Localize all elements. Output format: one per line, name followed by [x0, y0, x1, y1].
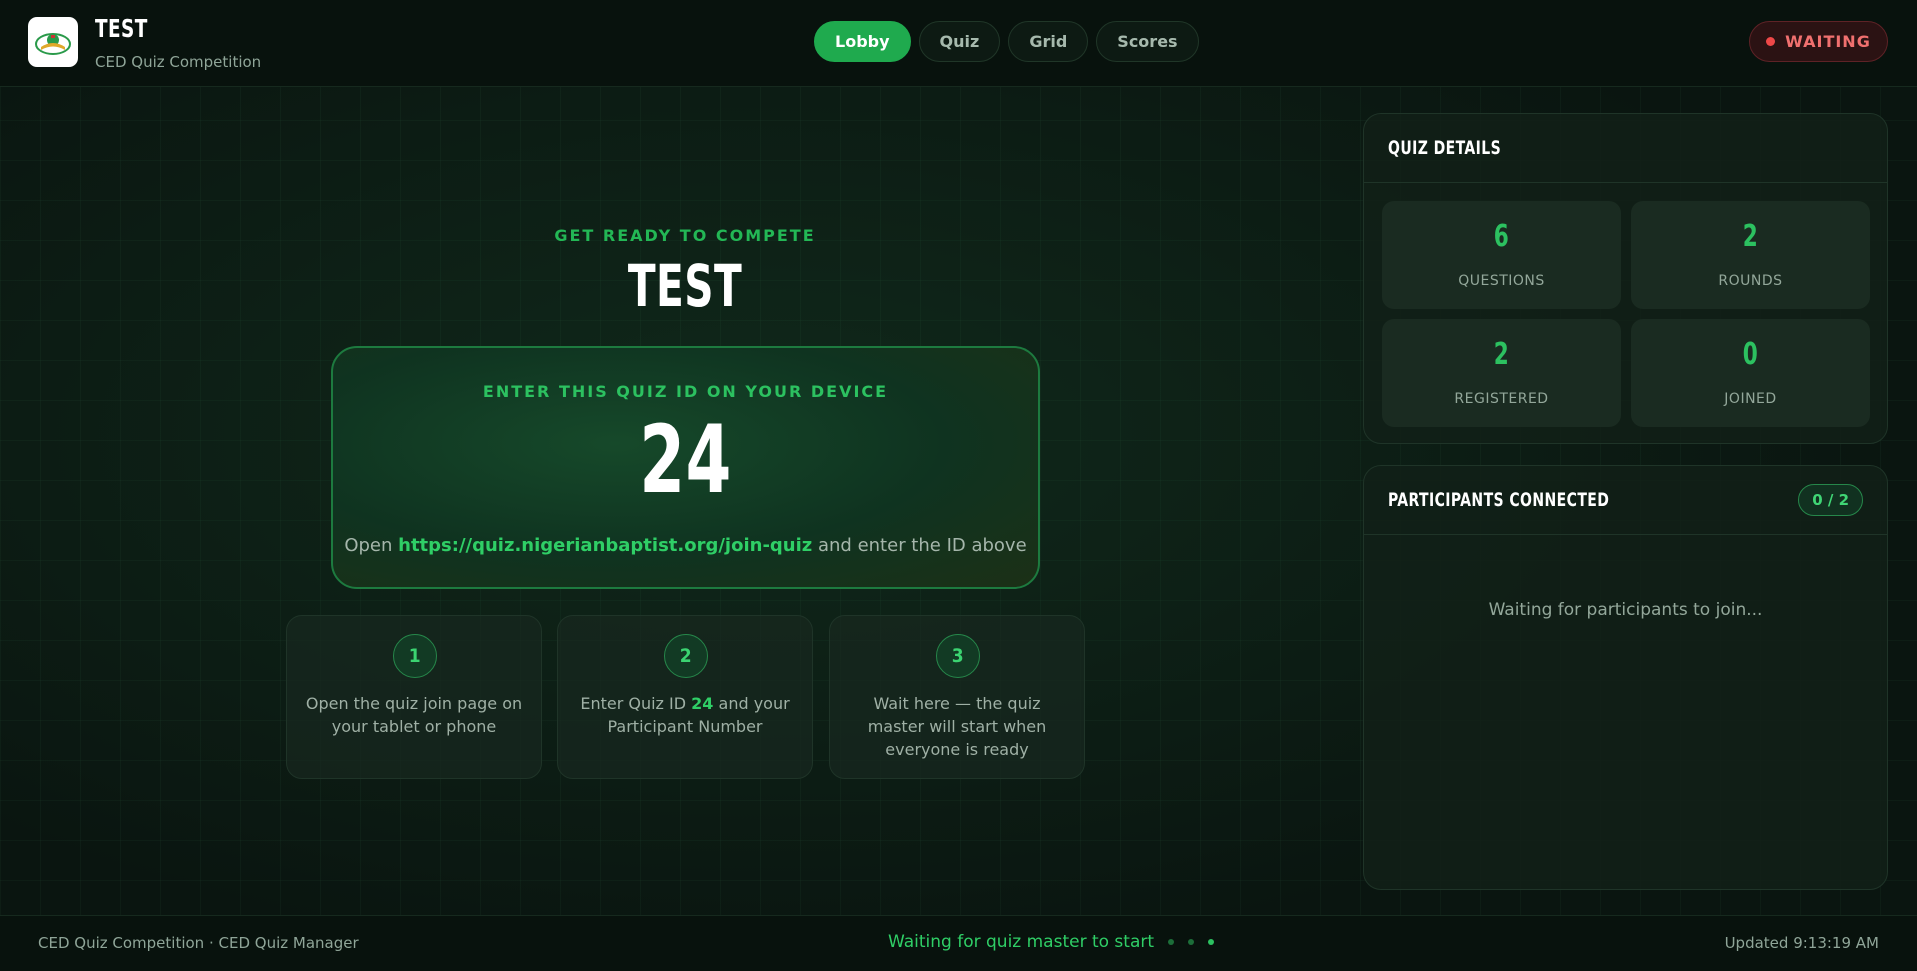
tab-scores[interactable]: Scores [1096, 21, 1199, 62]
top-header: TEST CED Quiz Competition Lobby Quiz Gri… [0, 0, 1917, 87]
step-quiz-id: 24 [691, 694, 714, 713]
app-title: TEST [95, 14, 148, 43]
panel-header: PARTICIPANTS CONNECTED 0 / 2 [1364, 466, 1887, 535]
step-card-2: 2 Enter Quiz ID 24 and your Participant … [557, 615, 813, 779]
loading-dot [1168, 939, 1175, 945]
footer-app-info: CED Quiz Competition · CED Quiz Manager [38, 934, 359, 952]
participants-title: PARTICIPANTS CONNECTED [1388, 489, 1610, 511]
step-number: 1 [393, 634, 437, 678]
tab-grid[interactable]: Grid [1008, 21, 1089, 62]
stat-label: QUESTIONS [1458, 273, 1545, 289]
nav-tabs: Lobby Quiz Grid Scores [814, 21, 1199, 62]
stat-value: 2 [1493, 337, 1510, 372]
instr-suffix: and enter the ID above [812, 535, 1027, 556]
step-text: Enter Quiz ID 24 and your Participant Nu… [572, 692, 798, 738]
participants-empty-text: Waiting for participants to join... [1488, 600, 1763, 620]
footer-status-text: Waiting for quiz master to start [888, 932, 1155, 952]
join-instructions: Open https://quiz.nigerianbaptist.org/jo… [333, 535, 1038, 556]
step-card-1: 1 Open the quiz join page on your tablet… [286, 615, 542, 779]
tab-lobby[interactable]: Lobby [814, 21, 911, 62]
step-number: 2 [664, 634, 708, 678]
join-link[interactable]: https://quiz.nigerianbaptist.org/join-qu… [398, 535, 812, 556]
stat-value: 0 [1742, 337, 1759, 372]
instr-prefix: Open [344, 535, 399, 556]
stat-label: REGISTERED [1454, 391, 1549, 407]
eyebrow-text: GET READY TO COMPETE [554, 226, 816, 245]
quiz-id-value: 24 [639, 406, 732, 515]
stat-questions: 6 QUESTIONS [1382, 201, 1621, 309]
footer-status: Waiting for quiz master to start [888, 932, 1215, 952]
footer-updated-time: Updated 9:13:19 AM [1724, 934, 1879, 952]
page-title: TEST [627, 252, 743, 320]
status-label: WAITING [1785, 32, 1871, 51]
stat-registered: 2 REGISTERED [1382, 319, 1621, 427]
panel-header: QUIZ DETAILS [1364, 114, 1887, 183]
participant-count-badge: 0 / 2 [1798, 484, 1863, 516]
tab-quiz[interactable]: Quiz [918, 21, 1001, 62]
stat-value: 2 [1742, 219, 1759, 254]
status-dot-icon [1766, 37, 1776, 46]
step-card-3: 3 Wait here — the quiz master will start… [829, 615, 1085, 779]
footer-bar: CED Quiz Competition · CED Quiz Manager … [0, 915, 1917, 971]
stat-joined: 0 JOINED [1631, 319, 1870, 427]
quiz-details-panel: QUIZ DETAILS 6 QUESTIONS 2 ROUNDS 2 REGI… [1363, 113, 1888, 444]
status-badge: WAITING [1749, 21, 1888, 62]
quiz-details-title: QUIZ DETAILS [1388, 137, 1502, 159]
stat-label: JOINED [1724, 391, 1777, 407]
stat-label: ROUNDS [1718, 273, 1783, 289]
step-number: 3 [936, 634, 980, 678]
quiz-id-card: ENTER THIS QUIZ ID ON YOUR DEVICE 24 Ope… [331, 346, 1040, 589]
stat-value: 6 [1493, 219, 1510, 254]
loading-dot [1208, 939, 1215, 945]
loading-dot [1188, 939, 1195, 945]
stat-rounds: 2 ROUNDS [1631, 201, 1870, 309]
ced-logo-icon [28, 17, 78, 67]
step-text-prefix: Enter Quiz ID [580, 694, 692, 713]
app-subtitle: CED Quiz Competition [95, 53, 262, 71]
step-text: Open the quiz join page on your tablet o… [305, 694, 523, 736]
quiz-id-label: ENTER THIS QUIZ ID ON YOUR DEVICE [482, 382, 889, 401]
step-text: Wait here — the quiz master will start w… [867, 694, 1047, 759]
loading-dots-icon [1168, 939, 1215, 945]
participants-panel: PARTICIPANTS CONNECTED 0 / 2 Waiting for… [1363, 465, 1888, 890]
